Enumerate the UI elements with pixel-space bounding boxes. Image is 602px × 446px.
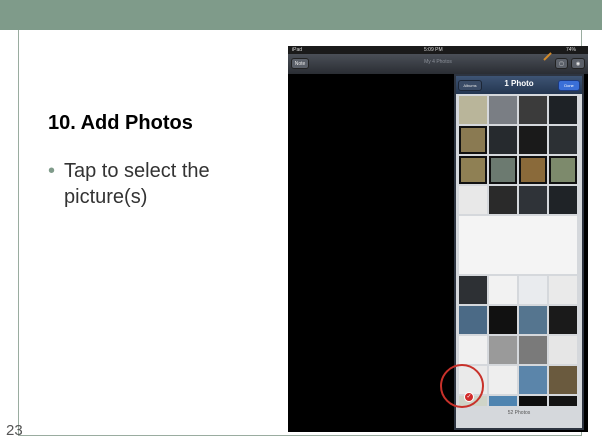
popover-header: Albums 1 Photo Done xyxy=(456,76,582,94)
photo-thumbnail[interactable] xyxy=(489,336,517,364)
slide-title: 10. Add Photos xyxy=(48,112,193,134)
photo-thumbnail[interactable] xyxy=(549,126,577,154)
photo-thumbnail[interactable] xyxy=(519,126,547,154)
photo-grid xyxy=(459,96,579,408)
photo-thumbnail[interactable] xyxy=(489,156,517,184)
ipad-screenshot: iPad 5:09 PM 74% Note My 4 Photos ▢ ◉ Al… xyxy=(288,46,588,432)
carrier-label: iPad xyxy=(292,47,303,53)
photo-thumbnail[interactable] xyxy=(459,126,487,154)
photo-thumbnail[interactable] xyxy=(549,306,577,334)
status-time: 5:09 PM xyxy=(424,47,443,53)
photo-thumbnail[interactable] xyxy=(489,126,517,154)
photo-thumbnail[interactable] xyxy=(459,96,487,124)
checkmark-icon: ✓ xyxy=(464,392,474,402)
photo-thumbnail[interactable] xyxy=(489,276,517,304)
photo-thumbnail[interactable] xyxy=(549,156,577,184)
photo-thumbnail[interactable] xyxy=(459,186,487,214)
blank-area xyxy=(459,216,577,274)
selection-highlight-circle xyxy=(440,364,484,408)
photo-count: 52 Photos xyxy=(507,410,531,416)
photo-thumbnail[interactable] xyxy=(519,96,547,124)
photo-thumbnail[interactable] xyxy=(519,366,547,394)
nav-bar: Note My 4 Photos ▢ ◉ xyxy=(288,52,588,74)
bullet-marker: • xyxy=(48,160,56,182)
slide-header-band xyxy=(0,0,602,30)
photo-thumbnail[interactable] xyxy=(519,306,547,334)
photo-thumbnail[interactable] xyxy=(549,396,577,406)
camera-icon[interactable]: ◉ xyxy=(571,58,585,69)
photo-thumbnail[interactable] xyxy=(489,96,517,124)
photo-thumbnail[interactable] xyxy=(519,186,547,214)
slide-number: 23 xyxy=(6,422,23,439)
pencil-icon[interactable] xyxy=(543,52,552,61)
nav-title: My 4 Photos xyxy=(424,59,452,65)
photo-thumbnail[interactable] xyxy=(459,276,487,304)
done-button[interactable]: Done xyxy=(558,80,580,91)
note-button[interactable]: Note xyxy=(291,58,309,69)
photo-thumbnail[interactable] xyxy=(519,396,547,406)
photo-thumbnail[interactable] xyxy=(489,396,517,406)
photo-thumbnail[interactable] xyxy=(459,306,487,334)
photo-thumbnail[interactable] xyxy=(519,276,547,304)
bullet-item: • Tap to select the picture(s) xyxy=(48,158,266,210)
battery-label: 74% xyxy=(566,47,577,53)
photo-thumbnail[interactable] xyxy=(549,276,577,304)
photo-thumbnail[interactable] xyxy=(519,156,547,184)
popover-title: 1 Photo xyxy=(504,79,534,88)
photo-thumbnail[interactable] xyxy=(549,366,577,394)
photo-thumbnail[interactable] xyxy=(549,186,577,214)
photo-thumbnail[interactable] xyxy=(519,336,547,364)
photo-thumbnail[interactable] xyxy=(489,306,517,334)
photo-thumbnail[interactable] xyxy=(459,156,487,184)
albums-button[interactable]: Albums xyxy=(458,80,482,91)
photo-thumbnail[interactable] xyxy=(549,336,577,364)
share-icon[interactable]: ▢ xyxy=(555,58,568,69)
photo-thumbnail[interactable] xyxy=(549,96,577,124)
photo-thumbnail[interactable] xyxy=(459,336,487,364)
status-bar: iPad 5:09 PM 74% xyxy=(288,46,588,54)
photo-thumbnail[interactable] xyxy=(489,186,517,214)
bullet-text: Tap to select the picture(s) xyxy=(64,160,210,208)
photo-thumbnail[interactable] xyxy=(489,366,517,394)
